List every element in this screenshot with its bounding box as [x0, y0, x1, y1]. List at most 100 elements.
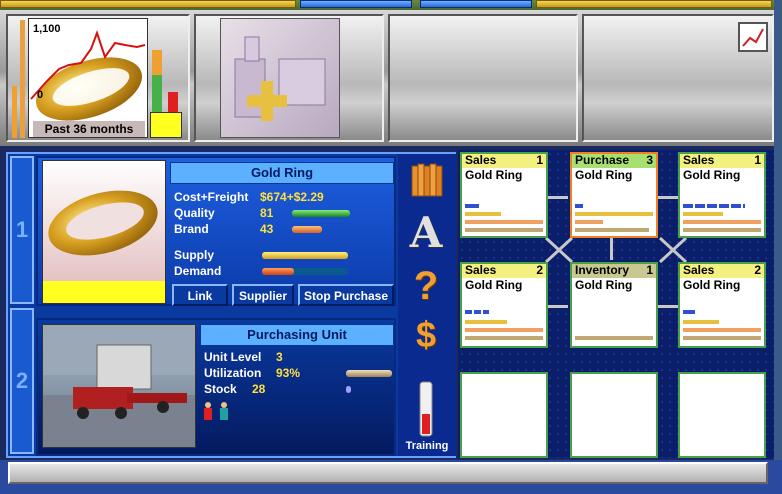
brand-bar [292, 226, 322, 233]
side-tab-2[interactable]: 2 [10, 308, 34, 454]
card-num: 2 [754, 263, 761, 277]
stop-purchase-button[interactable]: Stop Purchase [298, 284, 394, 306]
utilization-label: Utilization [204, 366, 262, 380]
link-h-2 [658, 196, 678, 199]
chart-max-label: 1,100 [33, 23, 61, 35]
empty-cell-1 [388, 14, 578, 142]
card-bar [683, 336, 761, 340]
top-tab-4[interactable] [536, 0, 772, 8]
dollar-icon[interactable]: $ [404, 314, 448, 360]
stock-bar [346, 386, 351, 393]
card-bar [575, 204, 583, 208]
card-bar [465, 212, 501, 216]
empty-slot-3[interactable] [678, 372, 766, 458]
products-picture [234, 36, 326, 121]
card-bar [465, 228, 543, 232]
quality-label: Quality [174, 206, 215, 220]
training-gauge-icon[interactable] [404, 380, 448, 438]
link-h-3 [658, 305, 678, 308]
supply-label: Supply [174, 248, 215, 262]
card-product: Gold Ring [683, 168, 741, 182]
unit-card-purchase-3[interactable]: Purchase 3 Gold Ring [570, 152, 658, 238]
stock-value: 28 [252, 382, 266, 396]
card-type: Sales [465, 263, 497, 277]
unit-card-sales-1b[interactable]: Sales 1 Gold Ring [678, 152, 766, 238]
stock-label: Stock [204, 382, 237, 396]
empty-slot-2[interactable] [570, 372, 658, 458]
question-icon[interactable]: ? [404, 264, 448, 312]
brand-value: 43 [260, 222, 274, 236]
map-edge [774, 0, 782, 494]
brand-label: Brand [174, 222, 209, 236]
link-h-4 [548, 305, 568, 308]
card-type: Sales [683, 263, 715, 277]
top-tab-2[interactable] [300, 0, 412, 8]
chart-period-label: Past 36 months [33, 121, 145, 137]
product-photo [42, 160, 166, 304]
product-info-box: Gold Ring Cost+Freight $674+$2.29 Qualit… [36, 156, 396, 306]
workers-icon [204, 402, 228, 420]
card-num: 1 [536, 153, 543, 167]
side-tab-1[interactable]: 1 [10, 156, 34, 304]
quality-bar [292, 210, 350, 217]
color-swatch [150, 112, 182, 138]
quality-value: 81 [260, 206, 274, 220]
card-bar [683, 220, 761, 224]
demand-label: Demand [174, 264, 222, 278]
card-bar [683, 204, 745, 208]
product-image [220, 18, 340, 138]
training-label: Training [405, 440, 449, 452]
cost-value: $674+$2.29 [260, 190, 324, 204]
card-product: Gold Ring [683, 278, 741, 292]
card-bar [465, 310, 489, 314]
card-bar [575, 220, 603, 224]
card-bar [683, 320, 719, 324]
chart-svg [30, 30, 146, 121]
card-bar [683, 328, 761, 332]
demand-bar [262, 268, 294, 275]
top-tab-1[interactable] [0, 0, 296, 8]
card-bar [465, 220, 543, 224]
unit-card-sales-2[interactable]: Sales 2 Gold Ring [460, 262, 548, 348]
link-button[interactable]: Link [172, 284, 228, 306]
empty-slot-1[interactable] [460, 372, 548, 458]
card-num: 2 [536, 263, 543, 277]
unit-level-value: 3 [276, 350, 283, 364]
cost-label: Cost+Freight [174, 190, 249, 204]
card-bar [683, 212, 723, 216]
card-product: Gold Ring [575, 278, 633, 292]
chart-toggle-icon[interactable] [738, 22, 768, 52]
info-panel: 1 2 Gold Ring Cost+Freight $674+$2.29 Qu… [6, 152, 456, 458]
card-bar [465, 204, 479, 208]
card-type: Inventory [575, 263, 630, 277]
unit-photo [42, 324, 196, 448]
top-tab-3[interactable] [420, 0, 532, 8]
card-type: Sales [465, 153, 497, 167]
utilization-bar [346, 370, 392, 377]
staff-icon[interactable]: A [404, 208, 448, 257]
card-num: 1 [646, 263, 653, 277]
card-num: 1 [754, 153, 761, 167]
unit-card-sales-2b[interactable]: Sales 2 Gold Ring [678, 262, 766, 348]
card-type: Purchase [575, 153, 630, 167]
status-bar [8, 462, 768, 484]
unit-card-inventory-1[interactable]: Inventory 1 Gold Ring [570, 262, 658, 348]
card-bar [683, 228, 761, 232]
unit-info-box: Purchasing Unit Unit Level 3 Utilization… [36, 318, 396, 456]
card-product: Gold Ring [465, 168, 523, 182]
card-bar [575, 336, 653, 340]
product-color-bar [43, 281, 165, 303]
supply-gauge [152, 50, 162, 112]
price-chart[interactable]: 1,100 0 Past 36 months [28, 18, 148, 138]
supplier-button[interactable]: Supplier [232, 284, 294, 306]
card-bar [465, 320, 507, 324]
books-icon[interactable] [404, 158, 448, 202]
card-bar [575, 228, 649, 232]
card-bar [683, 310, 695, 314]
unit-card-sales-1[interactable]: Sales 1 Gold Ring [460, 152, 548, 238]
card-product: Gold Ring [575, 168, 633, 182]
card-num: 3 [646, 153, 653, 167]
demand-gauge [168, 92, 178, 112]
supply-bar [262, 252, 348, 259]
card-bar [465, 336, 543, 340]
